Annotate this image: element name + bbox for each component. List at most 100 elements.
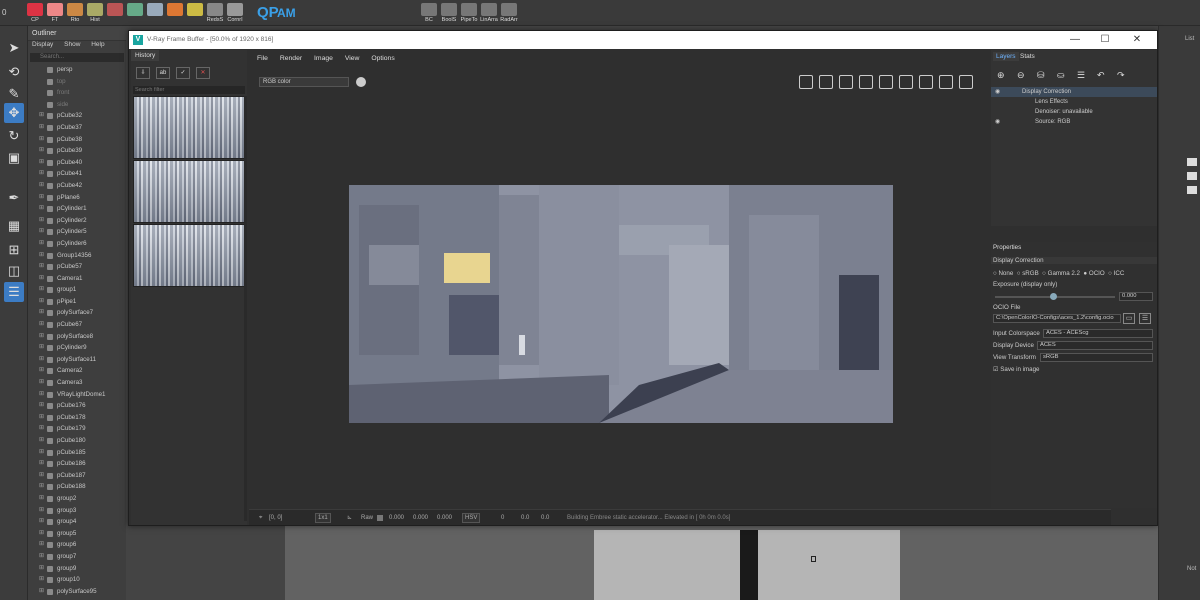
scale-tool-icon[interactable]: ▣ (4, 148, 24, 168)
browse-folder-icon[interactable]: ▭ (1123, 313, 1135, 324)
interactive-render-icon[interactable] (899, 75, 913, 89)
outliner-item[interactable]: ⊞ pCube187 (28, 470, 126, 482)
remove-layer-icon[interactable]: ⊖ (1017, 70, 1029, 80)
expand-icon[interactable]: ⊞ (39, 238, 44, 250)
redo-icon[interactable]: ↷ (1117, 70, 1129, 80)
expand-icon[interactable]: ⊞ (39, 342, 44, 354)
tab-stats[interactable]: Stats (1017, 52, 1038, 61)
mode-srgb-radio[interactable]: ○ sRGB (1017, 270, 1039, 277)
history-tab[interactable]: History (131, 50, 160, 61)
outliner-item[interactable]: ⊞ pCylinder5 (28, 226, 126, 238)
render-icon[interactable] (939, 75, 953, 89)
outliner-item[interactable]: ⊞ group3 (28, 505, 126, 517)
outliner-item[interactable]: ⊞ group9 (28, 563, 126, 575)
layer-row-display-correction[interactable]: ◉ Display Correction (991, 87, 1157, 97)
save-image-icon[interactable] (799, 75, 813, 89)
maximize-button[interactable]: ☐ (1091, 31, 1119, 49)
expand-icon[interactable]: ⊞ (39, 110, 44, 122)
shelf-button[interactable]: PipeTo (460, 3, 478, 24)
paint-tool-icon[interactable]: ✎ (4, 84, 24, 104)
history-scrollbar[interactable] (244, 96, 247, 521)
minimize-button[interactable]: — (1061, 31, 1089, 49)
outliner-item[interactable]: ⊞ pCube37 (28, 122, 126, 134)
expand-icon[interactable]: ⊞ (39, 192, 44, 204)
expand-icon[interactable]: ⊞ (39, 481, 44, 493)
qp-shelf-button[interactable]: QP (257, 4, 279, 21)
view-transform-select[interactable]: sRGB (1040, 353, 1153, 362)
outliner-item[interactable]: ⊞ group10 (28, 574, 126, 586)
mode-none-radio[interactable]: ○ None (993, 270, 1013, 277)
visibility-eye-icon[interactable]: ◉ (995, 117, 1000, 127)
stop-render-icon[interactable] (959, 75, 973, 89)
expand-icon[interactable]: ⊞ (39, 261, 44, 273)
add-layer-icon[interactable]: ⊕ (997, 70, 1009, 80)
expand-icon[interactable]: ⊞ (39, 447, 44, 459)
history-search-input[interactable]: Search filter (133, 86, 245, 94)
save-layers-icon[interactable]: ⛁ (1037, 70, 1049, 80)
outliner-item[interactable]: ⊞ pCube38 (28, 134, 126, 146)
expand-icon[interactable]: ⊞ (39, 307, 44, 319)
outliner-item[interactable]: ⊞ polySurface11 (28, 354, 126, 366)
menu-options[interactable]: Options (371, 55, 394, 62)
expand-icon[interactable]: ⊞ (39, 539, 44, 551)
exposure-value-field[interactable]: 0.000 (1119, 292, 1153, 301)
outliner-search-input[interactable]: Search... (30, 53, 124, 62)
visibility-eye-icon[interactable]: ◉ (995, 87, 1000, 97)
expand-arrow-icon[interactable] (1187, 186, 1197, 194)
render-settings-icon[interactable] (919, 75, 933, 89)
outliner-item[interactable]: ⊞ pCylinder2 (28, 215, 126, 227)
expand-icon[interactable]: ⊞ (39, 551, 44, 563)
outliner-item[interactable]: ⊞ pCube57 (28, 261, 126, 273)
mode-icc-radio[interactable]: ○ ICC (1108, 270, 1124, 277)
layer-row-denoiser[interactable]: Denoiser: unavailable (991, 107, 1157, 117)
shelf-button[interactable]: RadArr (500, 3, 518, 24)
layer-row-lens-effects[interactable]: Lens Effects (991, 97, 1157, 107)
expand-icon[interactable]: ⊞ (39, 134, 44, 146)
load-layers-icon[interactable]: ⛀ (1057, 70, 1069, 80)
expand-icon[interactable]: ⊞ (39, 122, 44, 134)
outliner-item[interactable]: ⊞ group2 (28, 493, 126, 505)
expand-icon[interactable]: ⊞ (39, 435, 44, 447)
expand-icon[interactable]: ⊞ (39, 458, 44, 470)
shelf-button[interactable] (166, 3, 184, 24)
region-render-icon[interactable] (839, 75, 853, 89)
outliner-item[interactable]: ⊞ polySurface95 (28, 586, 126, 598)
shelf-button[interactable] (186, 3, 204, 24)
shelf-button[interactable] (126, 3, 144, 24)
shelf-button[interactable]: CornrI (226, 3, 244, 24)
expand-icon[interactable]: ⊞ (39, 168, 44, 180)
expand-icon[interactable]: ⊞ (39, 586, 44, 598)
outliner-item[interactable]: ⊞ group1 (28, 284, 126, 296)
menu-render[interactable]: Render (280, 55, 302, 62)
outliner-item[interactable]: ⊞ group4 (28, 516, 126, 528)
shelf-button[interactable]: Hist (86, 3, 104, 24)
shelf-button[interactable]: FT (46, 3, 64, 24)
curve-icon[interactable]: ⊾ (347, 510, 352, 526)
history-save-icon[interactable]: ⇩ (136, 67, 150, 79)
expand-icon[interactable]: ⊞ (39, 354, 44, 366)
outliner-item[interactable]: ⊞ VRayLightDome1 (28, 389, 126, 401)
select-tool-icon[interactable]: ➤ (4, 38, 24, 58)
expand-icon[interactable]: ⊞ (39, 145, 44, 157)
lens-icon[interactable] (879, 75, 893, 89)
expand-arrow-icon[interactable] (1187, 172, 1197, 180)
history-remove-icon[interactable]: ✕ (196, 67, 210, 79)
ratio-select[interactable]: 1x1 (315, 513, 331, 523)
collapse-arrow-icon[interactable] (1187, 158, 1197, 166)
outliner-item[interactable]: ⊞ pCube39 (28, 145, 126, 157)
outliner-item[interactable]: ⊞ group6 (28, 539, 126, 551)
expand-icon[interactable]: ⊞ (39, 180, 44, 192)
expand-icon[interactable]: ⊞ (39, 516, 44, 528)
outliner-item[interactable]: ⊞ Camera2 (28, 365, 126, 377)
ocio-file-path[interactable]: C:\OpenColorIO-Configs\aces_1.2\config.o… (993, 314, 1121, 323)
expand-icon[interactable]: ⊞ (39, 226, 44, 238)
expand-icon[interactable]: ⊞ (39, 319, 44, 331)
outliner-item[interactable]: ⊞ pCylinder6 (28, 238, 126, 250)
outliner-item[interactable]: persp (28, 64, 126, 76)
outliner-item[interactable]: ⊞ pCube180 (28, 435, 126, 447)
outliner-item[interactable]: ⊞ pCube41 (28, 168, 126, 180)
expand-icon[interactable]: ⊞ (39, 493, 44, 505)
two-view-icon[interactable]: ◫ (4, 261, 24, 281)
move-tool-icon[interactable]: ✥ (4, 103, 24, 123)
four-view-icon[interactable]: ⊞ (4, 240, 24, 260)
